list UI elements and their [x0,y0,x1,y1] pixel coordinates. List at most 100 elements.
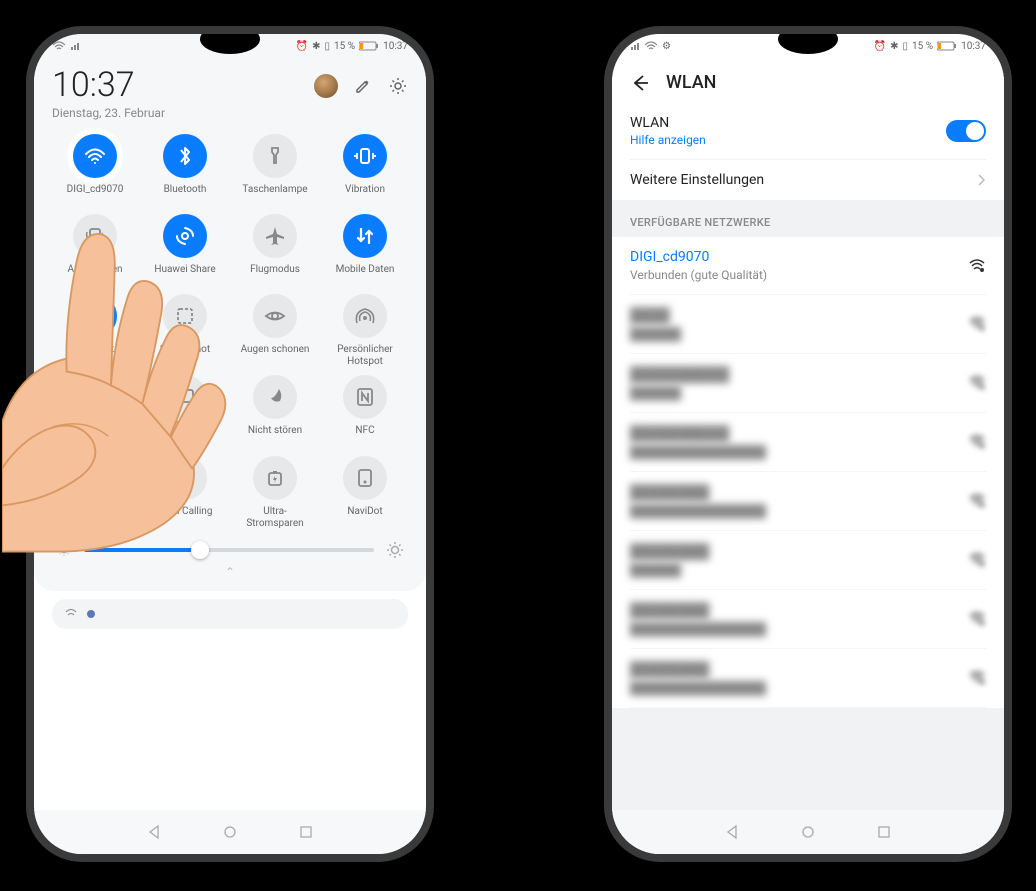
qs-tile-eye[interactable]: Augen schonen [232,294,318,367]
qs-tile-label: Persönlicher Hotspot [326,344,404,367]
wifi-lock-icon [968,494,986,508]
app-small-icon [84,607,98,621]
hotspot-icon [343,294,387,338]
battery-percent: 15 % [334,41,355,52]
status-time: 10:37 [383,41,408,52]
data-icon [343,214,387,258]
qs-tile-wifi[interactable]: DIGI_cd9070 [52,134,138,206]
wifi-lock-icon [968,435,986,449]
network-status: ██████ [630,386,729,400]
network-status: ████████████████ [630,445,766,459]
battery-icon [253,456,297,500]
qs-tile-label: Dunkler Modus [61,506,128,528]
wifi-lock-icon [968,317,986,331]
qs-tile-screenshot[interactable]: Screenshot [142,294,228,367]
cast-icon [163,375,207,419]
qs-tile-bluetooth[interactable]: Bluetooth [142,134,228,206]
qs-tile-label: DIGI_cd9070 [67,184,124,206]
airplane-icon [253,214,297,258]
edit-icon[interactable] [354,77,372,95]
drag-handle-icon[interactable]: ⌃ [52,565,408,579]
network-row[interactable]: ██████████████ [630,531,986,590]
qs-tile-label: Auto-Drehen [67,264,122,286]
qs-tile-dnd[interactable]: Nicht stören [232,375,318,448]
phone-wlan-settings: ⚙ ⏰✱▯ 15 % 10:37 WLAN WLAN Hilfe anzeige… [612,34,1004,854]
notification-strip[interactable] [52,599,408,629]
wlan-more-label: Weitere Einstellungen [630,172,764,188]
nav-home-icon[interactable] [222,824,238,840]
share-icon [163,214,207,258]
qs-tile-battery[interactable]: Ultra-Stromsparen [232,456,318,529]
network-status: ████████████████ [630,681,766,695]
nfc-icon [343,375,387,419]
network-status: ████████████████ [630,504,766,518]
network-row-connected[interactable]: DIGI_cd9070Verbunden (gute Qualität) [630,237,986,295]
network-row[interactable]: ████████████████ [630,354,986,413]
brightness-high-icon [386,541,404,559]
gear-icon[interactable] [388,76,408,96]
qs-tile-cast[interactable]: Drahtlos projektion [142,375,228,448]
network-name: ████████ [630,661,766,678]
wifi-lock-icon [968,671,986,685]
qs-tile-share[interactable]: Huawei Share [142,214,228,286]
wifi-lock-icon [968,612,986,626]
qs-tile-label: Ultra-Stromsparen [236,506,314,529]
network-row[interactable]: ████████████████████████ [630,649,986,708]
qs-tile-vibration[interactable]: Vibration [322,134,408,206]
brightness-slider[interactable] [52,541,408,559]
qs-tile-dark[interactable]: Dunkler Modus [52,456,138,529]
avatar[interactable] [314,74,338,98]
wlan-toggle-switch[interactable] [946,120,986,142]
chevron-right-icon [976,173,986,187]
nav-back-icon[interactable] [724,824,740,840]
qs-tile-rotate[interactable]: Auto-Drehen [52,214,138,286]
status-left-icons [52,41,80,51]
wifi-small-icon [64,607,78,621]
qs-tile-label: Flugmodus [250,264,300,286]
network-name: ████████ [630,543,709,560]
qs-tile-flashlight[interactable]: Taschenlampe [232,134,318,206]
nav-home-icon[interactable] [800,824,816,840]
quick-settings-panel: 10:37 Dienstag, 23. Februar DIGI_cd9070B… [34,58,426,591]
wlan-toggle-row[interactable]: WLAN Hilfe anzeigen [630,103,986,160]
qs-tile-label: Mobile Daten [336,264,395,286]
back-icon[interactable] [630,73,650,93]
navidot-icon [343,456,387,500]
nav-recent-icon[interactable] [876,824,892,840]
qs-tile-label: Bildschirm rekorder [56,425,134,448]
nav-recent-icon[interactable] [298,824,314,840]
network-row[interactable]: ██████████ [630,295,986,354]
qs-tile-airplane[interactable]: Flugmodus [232,214,318,286]
network-name: ████ [630,307,681,324]
nav-bar [34,810,426,854]
qs-tile-wificall[interactable]: Wi-Fi Calling [142,456,228,529]
qs-tile-hotspot[interactable]: Persönlicher Hotspot [322,294,408,367]
wifi-lock-icon [968,259,986,273]
qs-tile-label: Taschenlampe [242,184,307,206]
network-row[interactable]: ██████████████████████████ [630,413,986,472]
nav-back-icon[interactable] [146,824,162,840]
wlan-help-link[interactable]: Hilfe anzeigen [630,133,706,147]
qs-tile-navidot[interactable]: NaviDot [322,456,408,529]
wlan-more-settings-row[interactable]: Weitere Einstellungen [630,160,986,200]
network-name: ██████████ [630,366,729,383]
qs-tile-nfc[interactable]: NFC [322,375,408,448]
network-name: ████████ [630,484,766,501]
qs-tile-label: Wi-Fi Calling [158,506,213,528]
dark-icon [73,456,117,500]
vibration-icon [343,134,387,178]
qs-tile-label: NFC [355,425,374,447]
network-status: ████████████████ [630,622,766,636]
qs-tile-data[interactable]: Mobile Daten [322,214,408,286]
network-row[interactable]: ████████████████████████ [630,590,986,649]
qs-tile-label: Augen schonen [241,344,310,366]
qs-date: Dienstag, 23. Februar [52,106,165,120]
qs-tile-location[interactable]: Standort [52,294,138,367]
status-time: 10:37 [961,41,986,52]
status-left-icons: ⚙ [630,41,671,52]
wlan-header: WLAN [612,58,1004,103]
status-right-icons: ⏰✱▯ 15 % 10:37 [874,41,986,52]
network-row[interactable]: ████████████████████████ [630,472,986,531]
network-status: Verbunden (gute Qualität) [630,268,767,282]
qs-tile-recorder[interactable]: Bildschirm rekorder [52,375,138,448]
